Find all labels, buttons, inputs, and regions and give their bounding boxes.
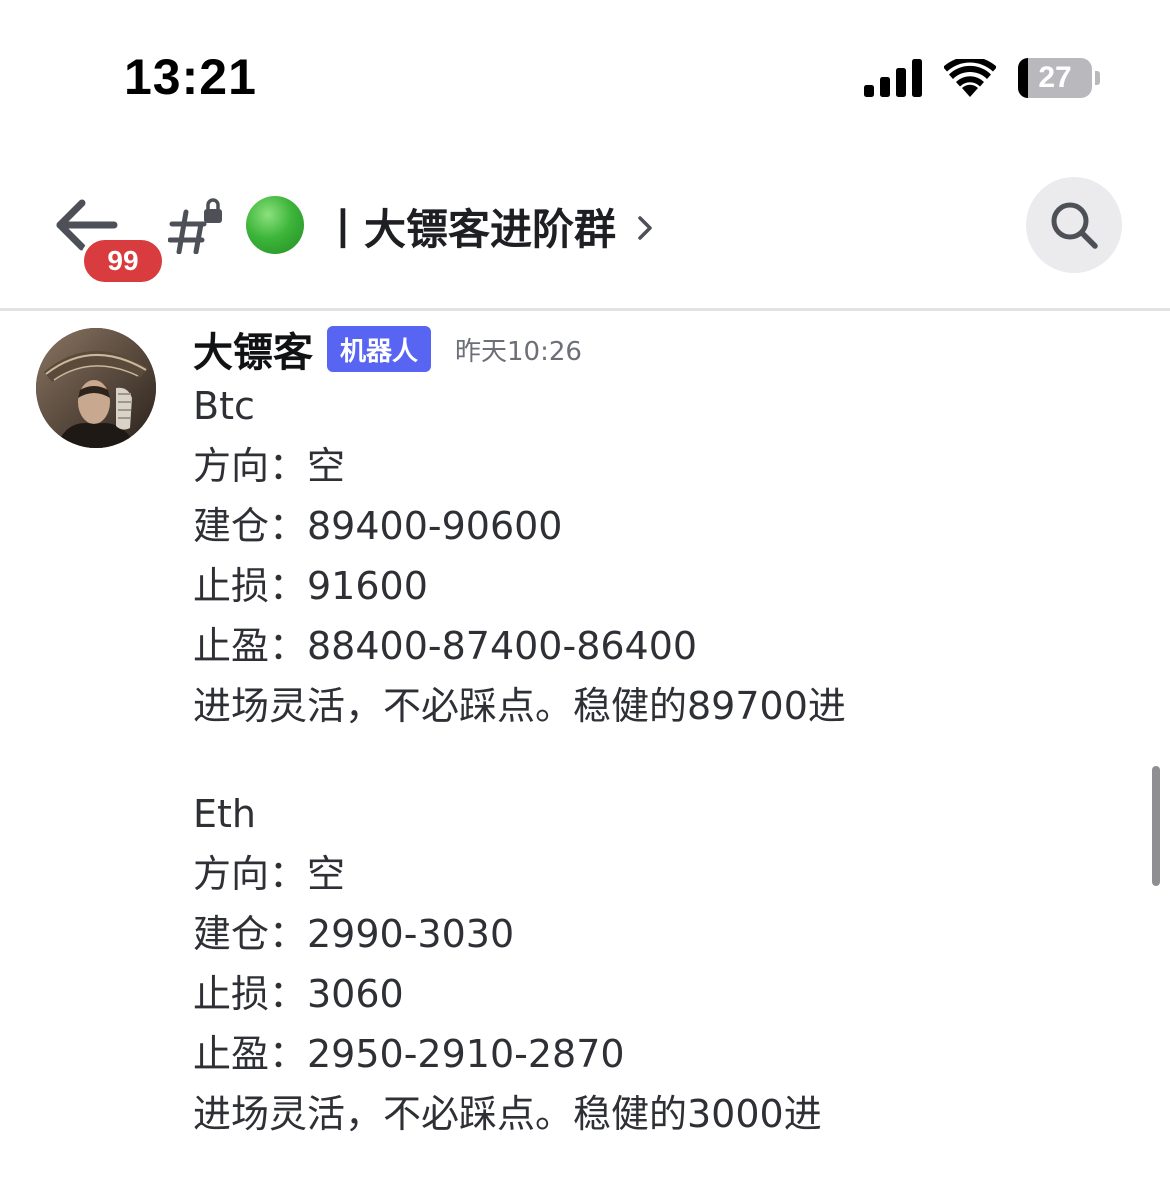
chevron-right-icon[interactable]: [634, 210, 658, 246]
cellular-signal-icon: [864, 59, 922, 97]
message-line: Btc: [193, 384, 255, 428]
status-icons: 27: [864, 56, 1100, 100]
author-name[interactable]: 大镖客: [193, 320, 313, 378]
message-line: 进场灵活，不必踩点。稳健的89700进: [193, 684, 846, 728]
avatar-image: [36, 328, 156, 448]
status-time: 13:21: [124, 49, 257, 105]
message-line: 止损：91600: [193, 564, 428, 608]
channel-name[interactable]: 丨大镖客进阶群: [322, 196, 616, 257]
chat-screen: 13:21 27 99 丨大镖客进阶群 大镖客 机器人 昨天10:26 Btc …: [0, 0, 1170, 1178]
message-line-blank: [193, 736, 1133, 784]
message-line: 止盈：2950-2910-2870: [193, 1032, 625, 1076]
message-line: 止盈：88400-87400-86400: [193, 624, 698, 668]
header-divider: [0, 308, 1170, 311]
channel-header: 99 丨大镖客进阶群: [0, 160, 1170, 310]
message-header: 大镖客 机器人 昨天10:26: [193, 322, 582, 376]
unread-badge: 99: [80, 236, 166, 286]
search-button[interactable]: [1026, 177, 1122, 273]
wifi-icon: [944, 59, 996, 97]
message-line: 进场灵活，不必踩点。稳健的3000进: [193, 1092, 822, 1136]
message-line: 建仓：89400-90600: [193, 504, 563, 548]
locked-channel-icon: [168, 198, 222, 254]
message-line: Eth: [193, 792, 256, 836]
message-line: 止损：3060: [193, 972, 404, 1016]
green-circle-emoji: [246, 196, 304, 254]
message-line: 方向：空: [193, 852, 346, 896]
avatar[interactable]: [36, 328, 156, 448]
message-line: 方向：空: [193, 444, 346, 488]
search-icon: [1051, 202, 1098, 249]
message-content[interactable]: Btc 方向：空 建仓：89400-90600 止损：91600 止盈：8840…: [193, 376, 1133, 1144]
battery-level: 27: [1038, 61, 1072, 94]
bot-tag: 机器人: [327, 326, 432, 372]
battery-icon: 27: [1018, 58, 1100, 98]
scrollbar[interactable]: [1152, 766, 1160, 886]
message-timestamp: 昨天10:26: [455, 336, 582, 367]
message-line: 建仓：2990-3030: [193, 912, 515, 956]
